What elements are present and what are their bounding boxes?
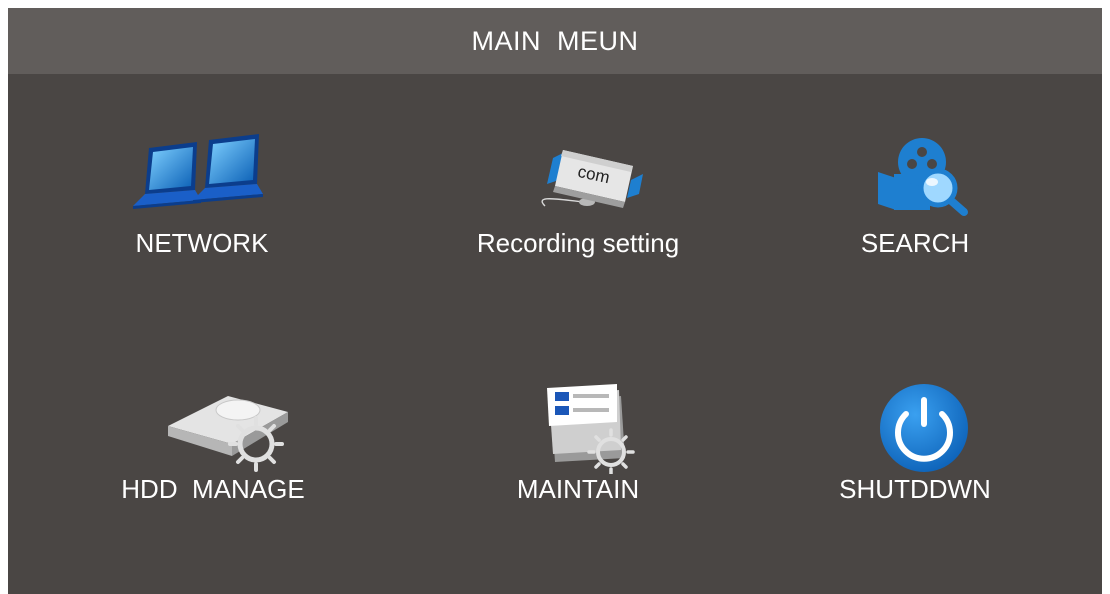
power-icon bbox=[830, 374, 1000, 474]
search-icon bbox=[830, 128, 1000, 228]
hdd-manage-icon bbox=[128, 374, 298, 474]
main-menu-window: MAIN MEUN NETWORK com Recording setting … bbox=[8, 8, 1102, 594]
network-icon bbox=[117, 128, 287, 228]
menu-item-shutdown[interactable]: SHUTDDWN bbox=[765, 374, 1065, 544]
window-title: MAIN MEUN bbox=[471, 25, 639, 56]
recording-setting-icon: com bbox=[493, 128, 663, 228]
maintain-icon bbox=[493, 374, 663, 474]
menu-item-label: HDD MANAGE bbox=[121, 474, 305, 504]
menu-item-label: SEARCH bbox=[860, 228, 970, 258]
menu-item-maintain[interactable]: MAINTAIN bbox=[428, 374, 728, 544]
title-bar: MAIN MEUN bbox=[8, 8, 1102, 74]
menu-item-recording-setting[interactable]: com Recording setting bbox=[428, 128, 728, 298]
menu-item-label: MAINTAIN bbox=[516, 474, 640, 504]
menu-item-hdd-manage[interactable]: HDD MANAGE bbox=[63, 374, 363, 544]
menu-item-label: Recording setting bbox=[476, 228, 680, 258]
menu-item-search[interactable]: SEARCH bbox=[765, 128, 1065, 298]
menu-item-label: SHUTDDWN bbox=[839, 474, 991, 504]
menu-item-network[interactable]: NETWORK bbox=[52, 128, 352, 298]
menu-item-label: NETWORK bbox=[135, 228, 269, 258]
